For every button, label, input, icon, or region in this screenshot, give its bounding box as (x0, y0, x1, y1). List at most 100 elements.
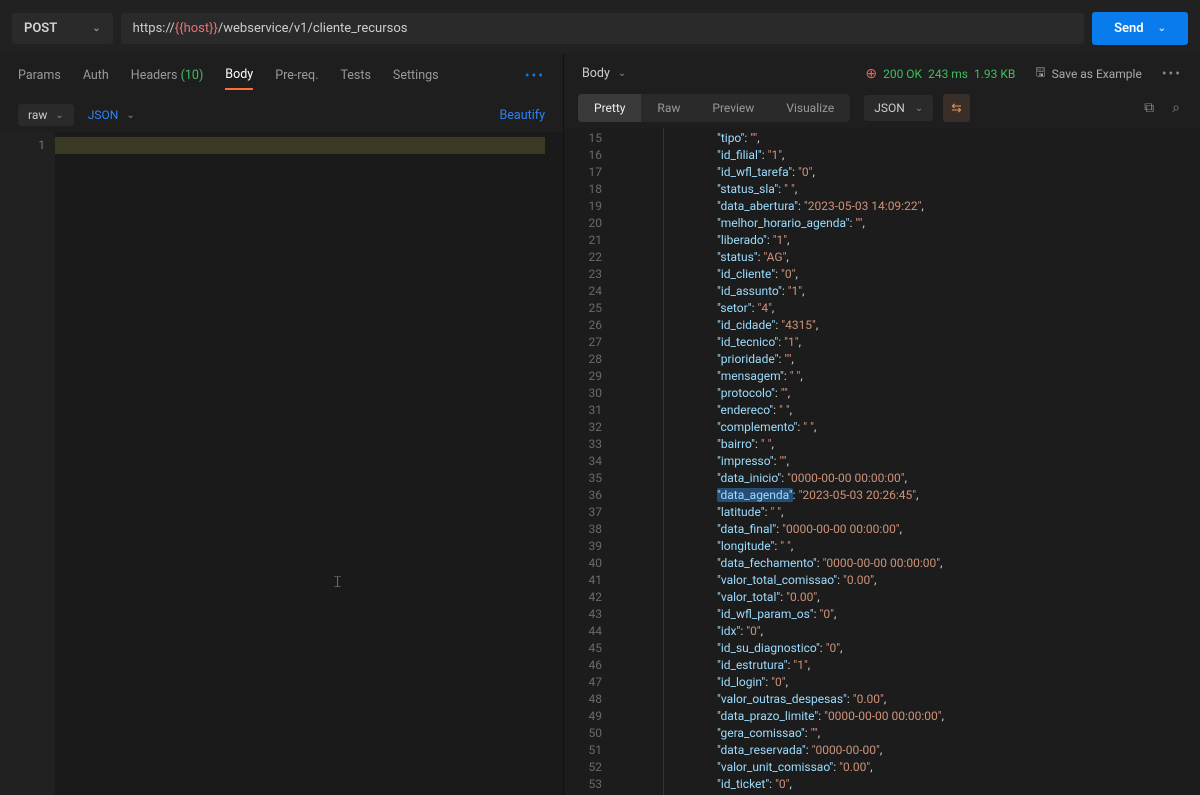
code-line: "data_abertura": "2023-05-03 14:09:22", (672, 198, 1200, 215)
line-number: 19 (564, 198, 614, 215)
line-number: 47 (564, 674, 614, 691)
line-number: 29 (564, 368, 614, 385)
line-gutter: 1516171819202122232425262728293031323334… (564, 128, 614, 795)
save-as-example-button[interactable]: 🖫 Save as Example (1035, 63, 1141, 84)
chevron-down-icon: ⌄ (915, 103, 923, 114)
line-number: 26 (564, 317, 614, 334)
method-select[interactable]: POST ⌄ (12, 13, 113, 44)
view-pretty[interactable]: Pretty (578, 94, 641, 122)
response-tab-label: Body (582, 66, 610, 81)
code-line: "setor": "4", (672, 300, 1200, 317)
code-line: "complemento": " ", (672, 419, 1200, 436)
line-gutter: 1 (0, 132, 55, 795)
chevron-down-icon: ⌄ (618, 68, 626, 79)
response-view-options: Pretty Raw Preview Visualize JSON ⌄ ⇆ ⧉ … (564, 88, 1200, 128)
send-button[interactable]: Send ⌄ (1092, 12, 1188, 45)
code-line: "status_sla": " ", (672, 181, 1200, 198)
view-raw[interactable]: Raw (641, 94, 696, 122)
line-number: 50 (564, 725, 614, 742)
tab-params[interactable]: Params (18, 62, 61, 89)
chevron-down-icon: ⌄ (92, 23, 100, 34)
code-line: "id_cidade": "4315", (672, 317, 1200, 334)
beautify-button[interactable]: Beautify (500, 108, 546, 123)
line-number: 52 (564, 759, 614, 776)
code-line: "data_final": "0000-00-00 00:00:00", (672, 521, 1200, 538)
line-number: 37 (564, 504, 614, 521)
line-number: 20 (564, 215, 614, 232)
url-path: /webservice/v1/cliente_recursos (218, 21, 408, 36)
line-number: 45 (564, 640, 614, 657)
body-type-label: raw (28, 108, 47, 122)
method-label: POST (24, 21, 57, 36)
line-number: 22 (564, 249, 614, 266)
code-line: "impresso": "", (672, 453, 1200, 470)
body-language-label: JSON (88, 108, 119, 122)
body-type-select[interactable]: raw ⌄ (18, 104, 74, 126)
line-number: 23 (564, 266, 614, 283)
request-bar: POST ⌄ https://{{host}}/webservice/v1/cl… (0, 0, 1200, 53)
wrap-lines-button[interactable]: ⇆ (943, 94, 969, 122)
code-line: "data_agenda": "2023-05-03 20:26:45", (672, 487, 1200, 504)
code-line: "id_estrutura": "1", (672, 657, 1200, 674)
tab-prereq[interactable]: Pre-req. (275, 62, 318, 89)
code-line: "id_tecnico": "1", (672, 334, 1200, 351)
save-as-example-label: Save as Example (1052, 67, 1142, 81)
text-cursor-icon: 𝙸 (332, 572, 343, 592)
code-line: "id_ticket": "0", (672, 776, 1200, 793)
fold-column (614, 128, 664, 795)
line-number: 36 (564, 487, 614, 504)
code-line: "valor_outras_despesas": "0.00", (672, 691, 1200, 708)
send-label: Send (1114, 21, 1144, 36)
code-line: "id_filial": "1", (672, 147, 1200, 164)
code-line: "id_cliente": "0", (672, 266, 1200, 283)
response-tab-select[interactable]: Body ⌄ (582, 66, 626, 81)
line-number: 48 (564, 691, 614, 708)
line-number: 51 (564, 742, 614, 759)
headers-count: (10) (181, 68, 204, 83)
code-line: "prioridade": "", (672, 351, 1200, 368)
globe-icon: ⊕ (865, 66, 877, 82)
line-number: 39 (564, 538, 614, 555)
tab-auth[interactable]: Auth (83, 62, 109, 89)
response-status[interactable]: ⊕ 200 OK 243 ms 1.93 KB (865, 66, 1015, 82)
response-body-viewer[interactable]: 1516171819202122232425262728293031323334… (564, 128, 1200, 795)
search-icon[interactable]: ⌕ (1172, 100, 1180, 116)
code-line: "bairro": " ", (672, 436, 1200, 453)
code-line: "status": "AG", (672, 249, 1200, 266)
code-line: "latitude": " ", (672, 504, 1200, 521)
code-line: "valor_total_comissao": "0.00", (672, 572, 1200, 589)
view-preview[interactable]: Preview (696, 94, 770, 122)
line-number: 44 (564, 623, 614, 640)
response-code[interactable]: "tipo": "","id_filial": "1","id_wfl_tare… (672, 128, 1200, 795)
status-code: 200 OK (883, 67, 922, 81)
copy-icon[interactable]: ⧉ (1144, 100, 1154, 116)
editor-content[interactable] (55, 132, 563, 795)
save-icon: 🖫 (1035, 63, 1045, 84)
code-line: "valor_unit_comissao": "0.00", (672, 759, 1200, 776)
tab-headers[interactable]: Headers (10) (131, 62, 204, 89)
line-number: 21 (564, 232, 614, 249)
code-line: "melhor_horario_agenda": "", (672, 215, 1200, 232)
line-number: 34 (564, 453, 614, 470)
line-number: 18 (564, 181, 614, 198)
code-line: "endereco": " ", (672, 402, 1200, 419)
tab-settings[interactable]: Settings (393, 62, 439, 89)
tab-headers-label: Headers (131, 68, 178, 83)
code-line: "data_inicio": "0000-00-00 00:00:00", (672, 470, 1200, 487)
tab-body[interactable]: Body (225, 61, 253, 90)
view-visualize[interactable]: Visualize (770, 94, 850, 122)
response-time: 243 ms (928, 67, 968, 81)
line-number: 33 (564, 436, 614, 453)
line-number: 32 (564, 419, 614, 436)
more-icon[interactable]: ••• (1162, 66, 1182, 82)
more-icon[interactable]: ••• (525, 68, 545, 84)
request-body-editor[interactable]: 1 𝙸 (0, 132, 563, 795)
line-number: 1 (0, 137, 55, 153)
response-language-select[interactable]: JSON ⌄ (864, 95, 933, 121)
tab-tests[interactable]: Tests (340, 62, 370, 89)
url-variable: {{host}} (175, 21, 218, 36)
line-number: 17 (564, 164, 614, 181)
body-language-select[interactable]: JSON ⌄ (88, 108, 135, 122)
code-line: "data_prazo_limite": "0000-00-00 00:00:0… (672, 708, 1200, 725)
url-input[interactable]: https://{{host}}/webservice/v1/cliente_r… (121, 13, 1084, 44)
